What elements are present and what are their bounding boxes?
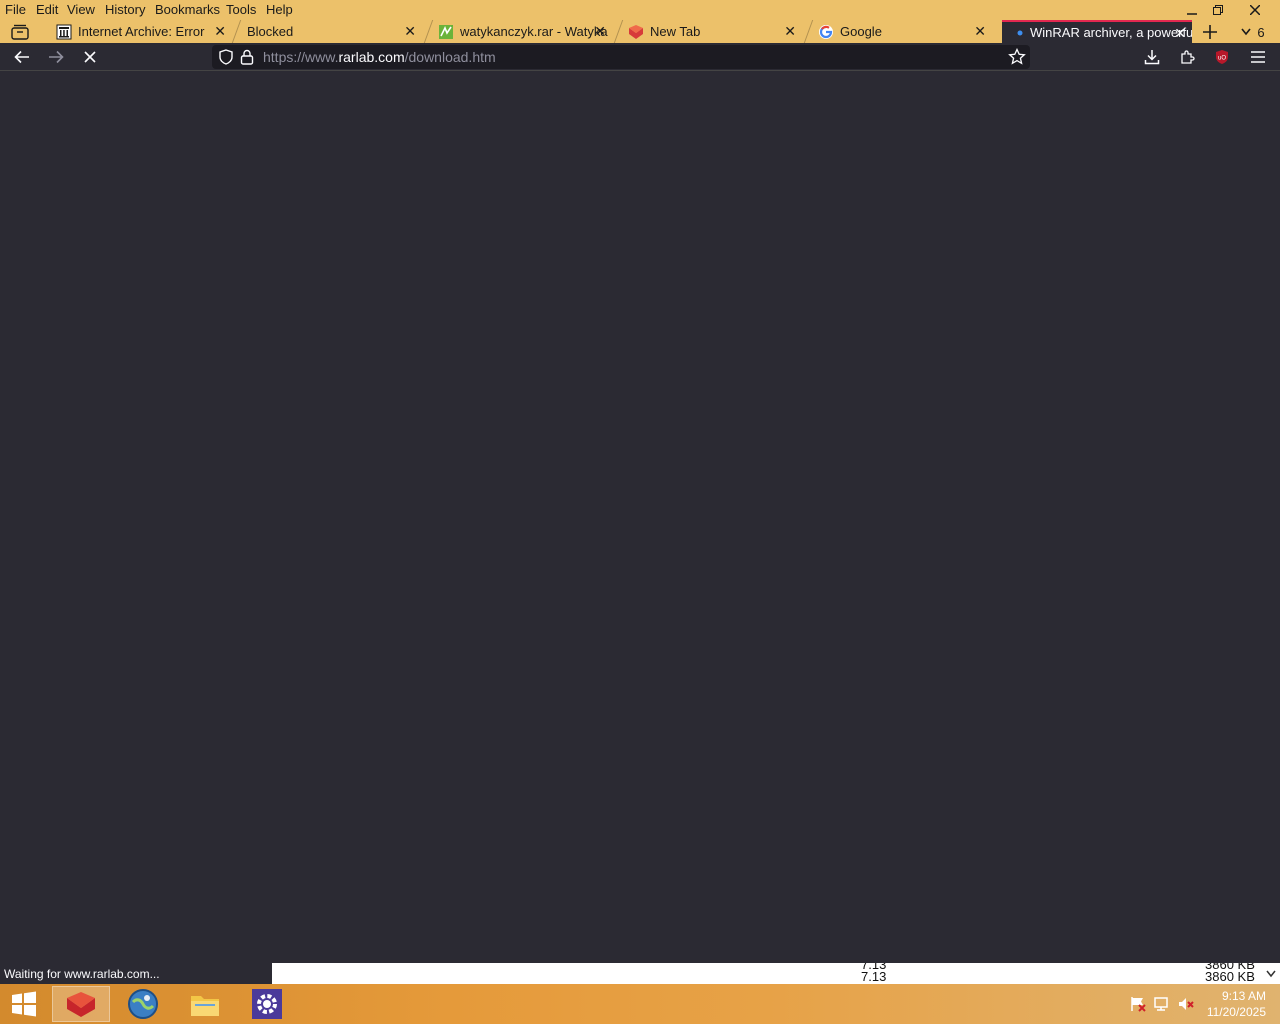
tab-overflow-button[interactable]: 6: [1232, 22, 1274, 42]
status-text: Waiting for www.rarlab.com...: [0, 963, 272, 984]
tab-watykanczyk[interactable]: watykanczyk.rar - Watyka ✕: [438, 20, 612, 43]
firefox-icon: [628, 24, 644, 40]
tab-google[interactable]: Google ✕: [818, 20, 992, 43]
size-cell: 3860 KB: [1205, 969, 1255, 984]
new-tab-button[interactable]: [1198, 20, 1222, 44]
forward-arrow-icon: [49, 50, 64, 64]
tab-close-icon[interactable]: ✕: [974, 23, 986, 40]
google-icon: [818, 24, 834, 40]
downloads-button[interactable]: [1140, 45, 1164, 69]
archive-icon: [56, 24, 72, 40]
tab-close-icon[interactable]: ✕: [404, 23, 416, 40]
taskbar-firefox[interactable]: [52, 986, 110, 1022]
bookmark-star-icon[interactable]: [1008, 47, 1026, 69]
globe-icon: [128, 989, 158, 1019]
page-content: [0, 71, 1280, 963]
ublock-icon: uO: [1216, 50, 1228, 64]
firefox-icon: [67, 992, 95, 1017]
system-clock[interactable]: 9:13 AM 11/20/2025: [1207, 988, 1266, 1020]
menu-history[interactable]: History: [105, 2, 145, 17]
tab-list-icon: [11, 24, 29, 40]
stop-icon: [84, 51, 96, 63]
restore-icon: [1213, 5, 1223, 15]
site-icon: [438, 24, 454, 40]
url-domain: rarlab.com: [338, 49, 405, 65]
menu-help[interactable]: Help: [266, 2, 293, 17]
menu-tools[interactable]: Tools: [226, 2, 256, 17]
version-cell: 7.13: [861, 969, 887, 984]
forward-button[interactable]: [44, 45, 68, 69]
restore-button[interactable]: [1200, 0, 1236, 20]
close-icon: [1250, 5, 1260, 15]
chevron-down-icon: [1241, 28, 1251, 36]
shield-icon[interactable]: [218, 49, 234, 68]
scroll-down-icon[interactable]: [1266, 967, 1276, 981]
ublock-button[interactable]: uO: [1210, 45, 1234, 69]
tab-winrar-active[interactable]: WinRAR archiver, a powerful ✕: [1002, 20, 1192, 43]
taskbar-settings[interactable]: [238, 986, 296, 1022]
tab-list-button[interactable]: [8, 20, 32, 44]
tab-new-tab[interactable]: New Tab ✕: [628, 20, 802, 43]
tab-title: New Tab: [650, 24, 701, 39]
svg-text:uO: uO: [1218, 56, 1226, 62]
tab-separator: [423, 20, 434, 43]
menu-bar: File Edit View History Bookmarks Tools H…: [0, 0, 1280, 20]
tab-bar: Internet Archive: Error ✕ Blocked ✕ waty…: [0, 20, 1280, 43]
tab-close-icon[interactable]: ✕: [784, 23, 796, 40]
tab-internet-archive[interactable]: Internet Archive: Error ✕: [56, 20, 232, 43]
url-path: /download.htm: [404, 49, 496, 65]
tab-title: Google: [840, 24, 882, 39]
close-window-button[interactable]: [1237, 0, 1273, 20]
page-strip: 7.13 3860 KB 7.13 3860 KB: [272, 963, 1280, 984]
tab-separator: [613, 20, 624, 43]
taskbar-file-explorer[interactable]: [176, 986, 234, 1022]
app-menu-button[interactable]: [1246, 45, 1270, 69]
action-center-icon[interactable]: [1129, 996, 1147, 1012]
tab-separator: [803, 20, 814, 43]
taskbar: 9:13 AM 11/20/2025: [0, 984, 1280, 1024]
menu-view[interactable]: View: [67, 2, 95, 17]
windows-logo-icon: [12, 991, 36, 1017]
puzzle-icon: [1181, 50, 1195, 64]
network-icon[interactable]: [1153, 996, 1171, 1012]
tab-close-icon[interactable]: ✕: [1174, 25, 1186, 42]
volume-muted-icon[interactable]: [1177, 996, 1195, 1012]
download-icon: [1144, 50, 1160, 65]
menu-edit[interactable]: Edit: [36, 2, 58, 17]
url-bar[interactable]: https://www.rarlab.com/download.htm: [212, 45, 1030, 69]
start-button[interactable]: [0, 986, 48, 1022]
back-button[interactable]: [10, 45, 34, 69]
url-text[interactable]: https://www.rarlab.com/download.htm: [263, 49, 496, 65]
hamburger-icon: [1251, 51, 1265, 63]
taskbar-browser[interactable]: [114, 986, 172, 1022]
menu-bookmarks[interactable]: Bookmarks: [155, 2, 220, 17]
tab-title: Internet Archive: Error: [78, 24, 205, 39]
url-prefix: https://www.: [263, 49, 339, 65]
lock-icon[interactable]: [240, 49, 254, 68]
tab-close-icon[interactable]: ✕: [214, 23, 226, 40]
tab-title: watykanczyk.rar - Watyka: [460, 24, 608, 39]
plus-icon: [1203, 25, 1217, 39]
minimize-icon: [1187, 13, 1197, 15]
nav-bar: https://www.rarlab.com/download.htm uO: [0, 43, 1280, 71]
back-arrow-icon: [14, 50, 29, 64]
menu-file[interactable]: File: [5, 2, 26, 17]
tab-close-icon[interactable]: ✕: [594, 23, 606, 40]
loading-dot-icon: [1016, 25, 1024, 41]
tab-count: 6: [1257, 24, 1265, 40]
tab-title: WinRAR archiver, a powerful: [1030, 25, 1192, 40]
extensions-button[interactable]: [1175, 45, 1199, 69]
folder-icon: [191, 996, 219, 1016]
gear-icon: [252, 989, 282, 1019]
stop-button[interactable]: [78, 45, 102, 69]
tab-title: Blocked: [247, 24, 294, 39]
clock-date: 11/20/2025: [1206, 1005, 1266, 1019]
clock-time: 9:13 AM: [1221, 989, 1266, 1003]
tab-blocked[interactable]: Blocked ✕: [247, 20, 422, 43]
tab-separator: [231, 20, 242, 43]
